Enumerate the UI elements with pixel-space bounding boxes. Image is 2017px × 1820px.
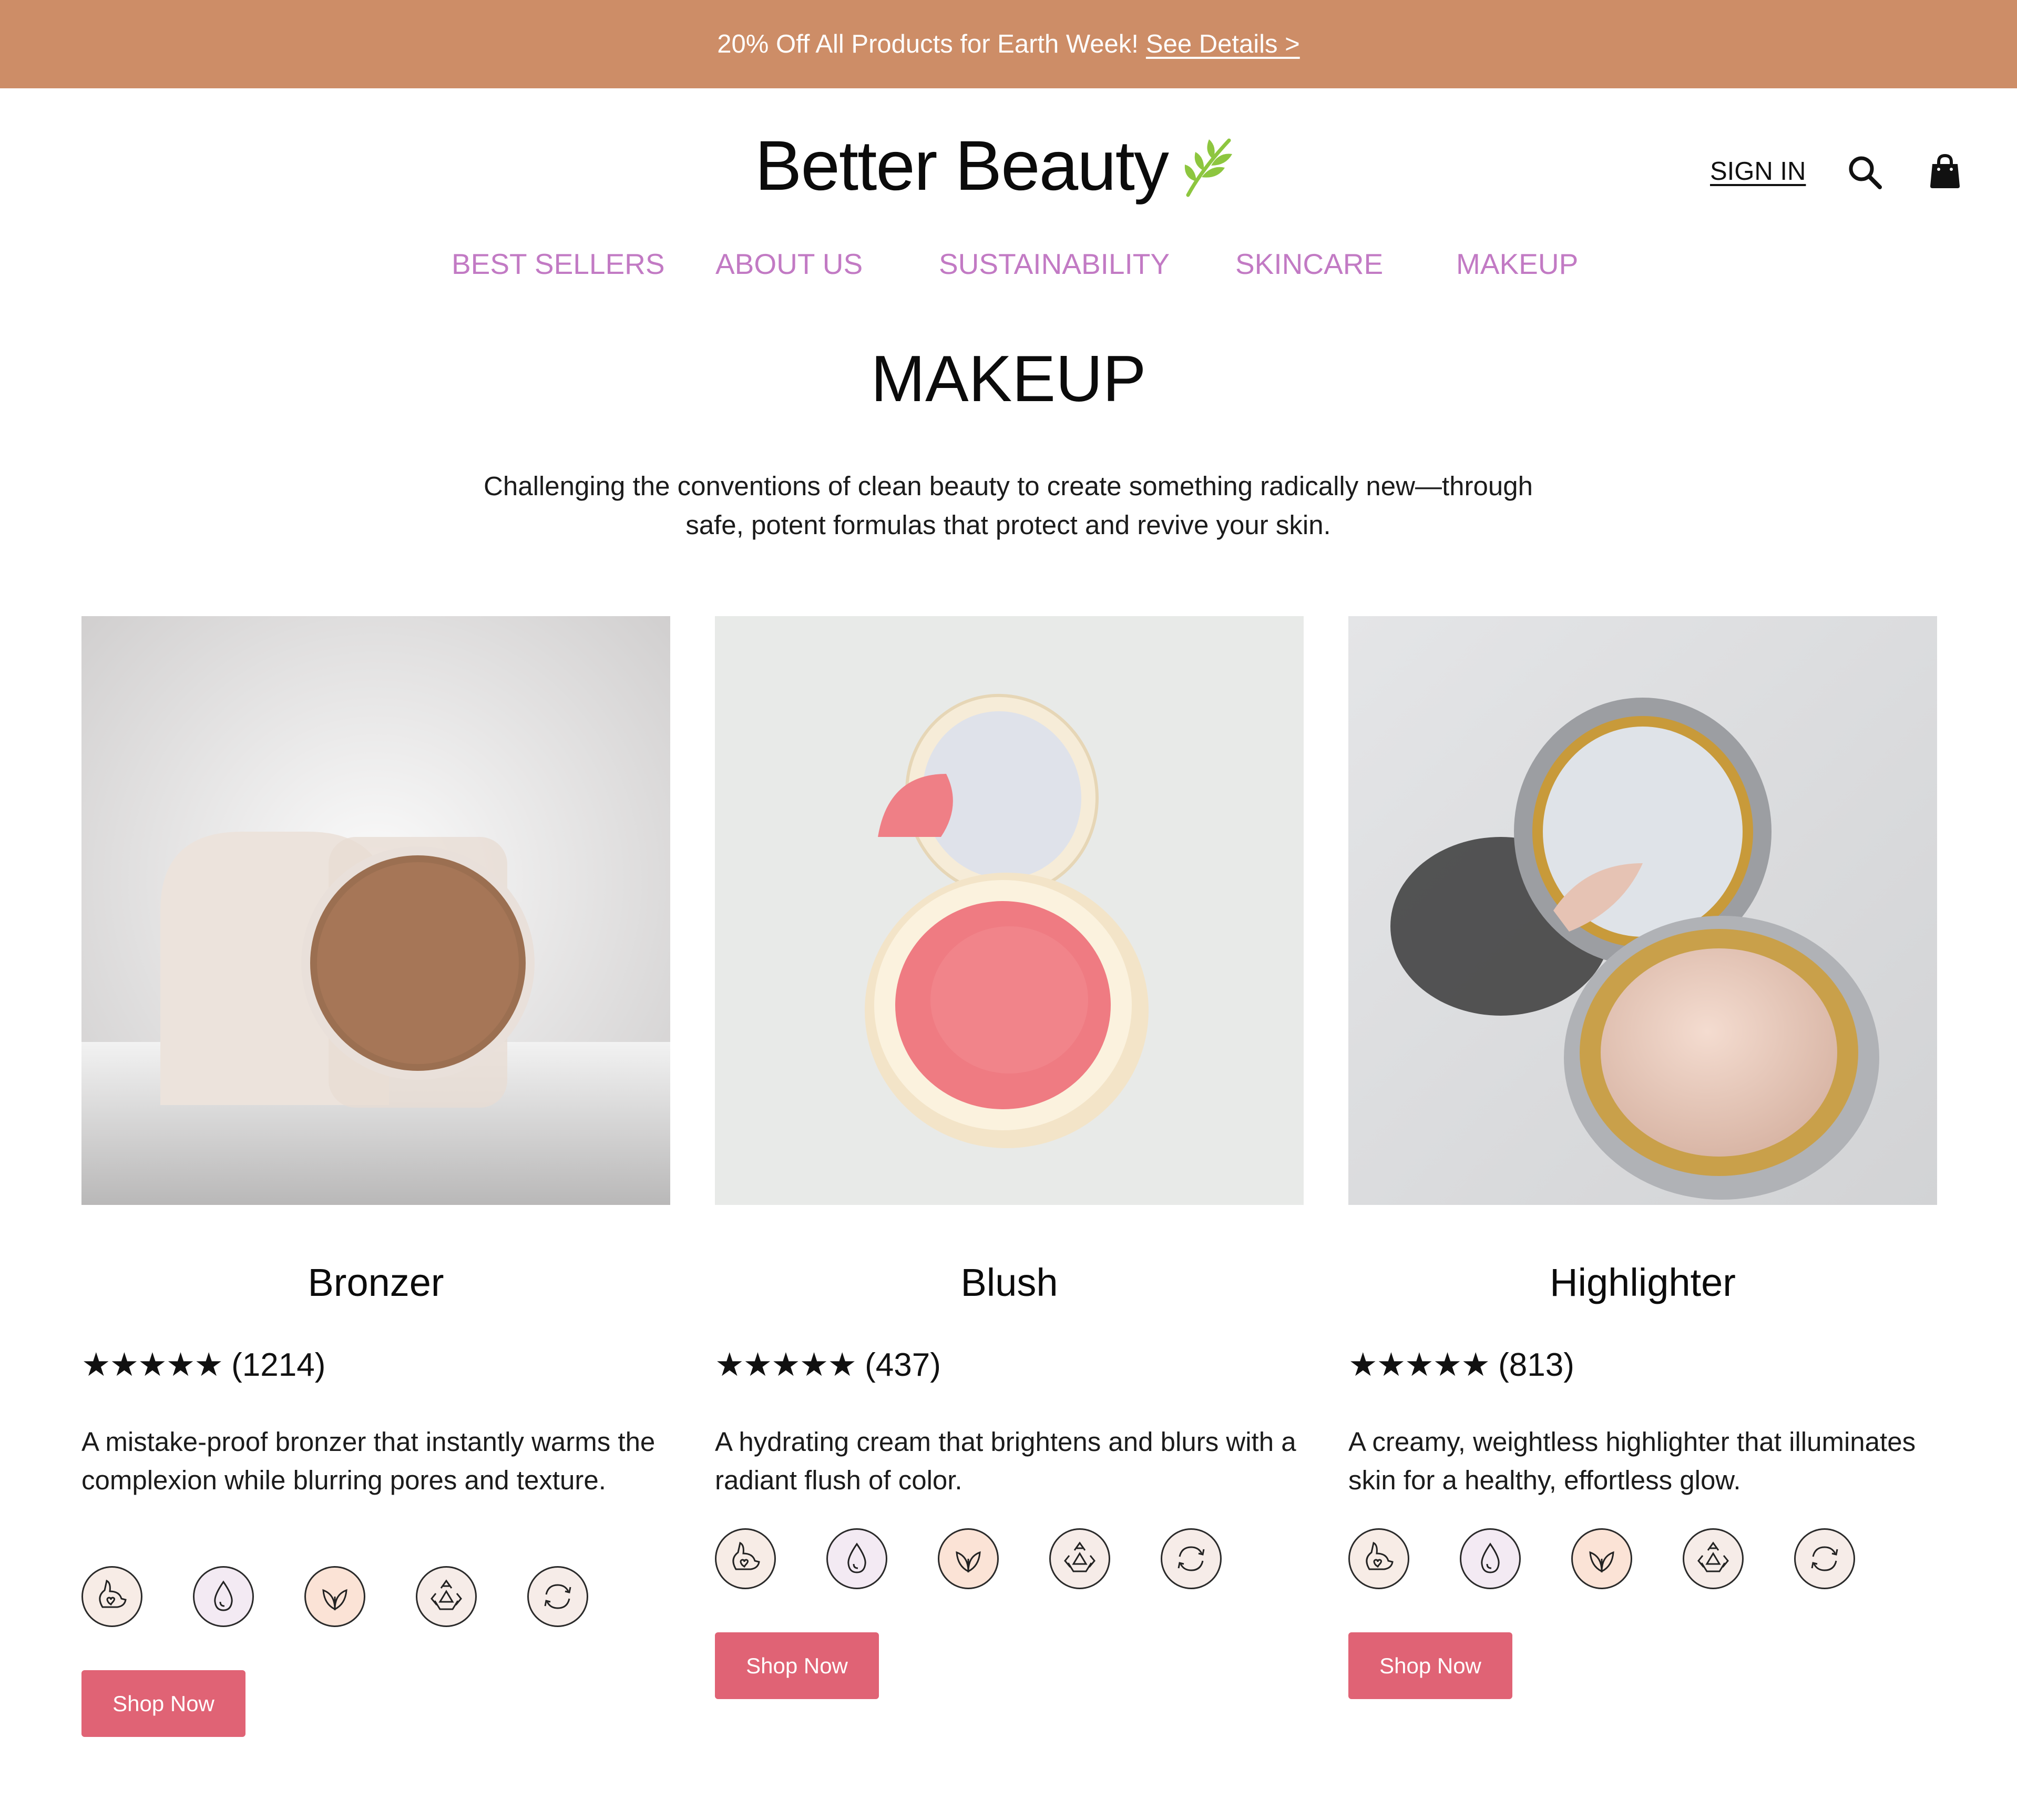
- product-rating: ★★★★★ (813): [1348, 1345, 1574, 1384]
- main-nav: BEST SELLERS ABOUT US SUSTAINABILITY SKI…: [0, 247, 2017, 289]
- product-name: Highlighter: [1550, 1261, 1736, 1304]
- product-badges: [715, 1528, 1304, 1593]
- water-drop-icon: [826, 1528, 887, 1589]
- promo-banner: 20% Off All Products for Earth Week! See…: [0, 0, 2017, 88]
- cruelty-free-bunny-icon: [715, 1528, 776, 1589]
- product-name: Blush: [960, 1261, 1058, 1304]
- page-intro: Challenging the conventions of clean bea…: [484, 471, 1533, 540]
- vegan-leaf-icon: [304, 1566, 365, 1627]
- star-rating-icon: ★★★★★: [1348, 1347, 1490, 1383]
- product-badges: [1348, 1528, 1937, 1593]
- recycle-icon: [1049, 1528, 1110, 1589]
- product-name: Bronzer: [308, 1261, 444, 1304]
- bronzer-product-image[interactable]: [81, 616, 670, 1205]
- refillable-icon: [1794, 1528, 1855, 1589]
- sign-in-link[interactable]: SIGN IN: [1710, 157, 1806, 186]
- product-badges: [81, 1566, 670, 1631]
- nav-makeup[interactable]: MAKEUP: [1456, 247, 1578, 281]
- water-drop-icon: [193, 1566, 254, 1627]
- vegan-leaf-icon: [938, 1528, 999, 1589]
- shop-now-button[interactable]: Shop Now: [1348, 1632, 1512, 1699]
- refillable-icon: [1161, 1528, 1222, 1589]
- highlighter-product-image[interactable]: [1348, 616, 1937, 1205]
- nav-best-sellers[interactable]: BEST SELLERS: [452, 247, 665, 281]
- page-title: MAKEUP: [871, 343, 1146, 415]
- product-description: A mistake-proof bronzer that instantly w…: [81, 1427, 656, 1495]
- water-drop-icon: [1460, 1528, 1521, 1589]
- nav-skincare[interactable]: SKINCARE: [1235, 247, 1383, 281]
- promo-text: 20% Off All Products for Earth Week!: [717, 30, 1139, 58]
- blush-product-image[interactable]: [715, 616, 1304, 1205]
- brand-name: Better Beauty: [755, 126, 1169, 205]
- refillable-icon: [527, 1566, 588, 1627]
- see-details-link[interactable]: See Details >: [1146, 29, 1300, 59]
- cruelty-free-bunny-icon: [81, 1566, 142, 1627]
- shop-now-button[interactable]: Shop Now: [715, 1632, 879, 1699]
- shopping-bag-icon[interactable]: [1929, 154, 1961, 189]
- search-icon[interactable]: [1847, 155, 1883, 190]
- product-rating: ★★★★★ (1214): [81, 1345, 325, 1384]
- star-rating-icon: ★★★★★: [81, 1347, 223, 1383]
- cruelty-free-bunny-icon: [1348, 1528, 1409, 1589]
- brand-logo[interactable]: Better Beauty: [755, 126, 1235, 205]
- review-count[interactable]: (813): [1498, 1347, 1574, 1383]
- nav-sustainability[interactable]: SUSTAINABILITY: [939, 247, 1170, 281]
- review-count[interactable]: (1214): [231, 1347, 325, 1383]
- product-description: A creamy, weightless highlighter that il…: [1348, 1427, 1916, 1495]
- recycle-icon: [1683, 1528, 1744, 1589]
- product-description: A hydrating cream that brightens and blu…: [715, 1427, 1296, 1495]
- star-rating-icon: ★★★★★: [715, 1347, 857, 1383]
- product-rating: ★★★★★ (437): [715, 1345, 941, 1384]
- shop-now-button[interactable]: Shop Now: [81, 1670, 245, 1737]
- vegan-leaf-icon: [1571, 1528, 1632, 1589]
- nav-about-us[interactable]: ABOUT US: [715, 247, 863, 281]
- review-count[interactable]: (437): [865, 1347, 941, 1383]
- leaf-sprig-icon: [1184, 138, 1232, 197]
- recycle-icon: [416, 1566, 477, 1627]
